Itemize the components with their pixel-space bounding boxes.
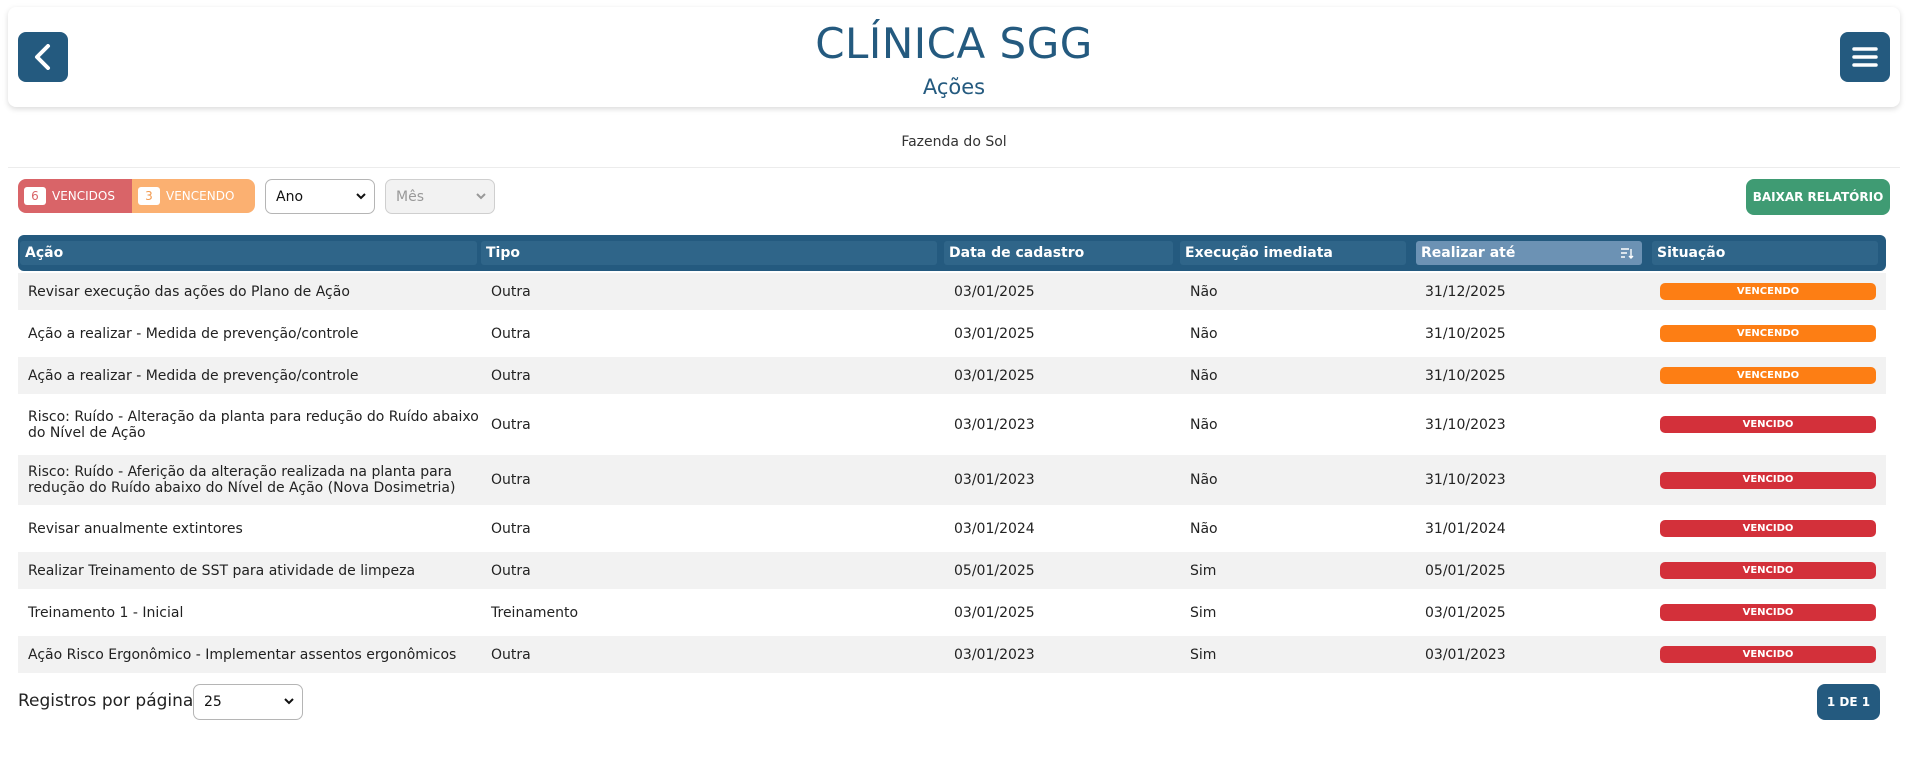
- cell-tipo: Outra: [491, 325, 531, 342]
- cell-realizar-ate: 31/12/2025: [1425, 283, 1506, 300]
- table-row[interactable]: Realizar Treinamento de SST para ativida…: [18, 552, 1886, 589]
- column-header-situacao[interactable]: Situação: [1652, 241, 1878, 265]
- column-header-tipo[interactable]: Tipo: [481, 241, 937, 265]
- cell-data-cadastro: 03/01/2025: [954, 325, 1035, 342]
- column-header-execucao-imediata[interactable]: Execução imediata: [1180, 241, 1406, 265]
- cell-execucao-imediata: Não: [1190, 472, 1218, 488]
- month-select-value: Mês: [396, 188, 424, 205]
- cell-tipo: Outra: [491, 283, 531, 300]
- chevron-down-icon: [284, 698, 294, 705]
- status-badge: VENCENDO: [1660, 367, 1876, 384]
- table-row[interactable]: Treinamento 1 - Inicial Treinamento 03/0…: [18, 589, 1886, 636]
- cell-data-cadastro: 03/01/2023: [954, 416, 1035, 433]
- vencendo-count: 3: [138, 187, 160, 205]
- page-header: CLÍNICA SGG Ações: [8, 7, 1900, 107]
- cell-execucao-imediata: Não: [1190, 416, 1218, 433]
- table-row[interactable]: Risco: Ruído - Aferição da alteração rea…: [18, 455, 1886, 505]
- page-indicator-button[interactable]: 1 DE 1: [1817, 684, 1880, 720]
- status-badge: VENCENDO: [1660, 283, 1876, 300]
- cell-tipo: Outra: [491, 562, 531, 579]
- cell-tipo: Treinamento: [491, 604, 579, 621]
- status-badge: VENCIDO: [1660, 416, 1876, 433]
- vencidos-filter[interactable]: 6 VENCIDOS: [18, 179, 132, 213]
- cell-execucao-imediata: Sim: [1190, 562, 1217, 579]
- cell-acao: Risco: Ruído - Aferição da alteração rea…: [28, 464, 456, 496]
- cell-execucao-imediata: Não: [1190, 325, 1218, 342]
- cell-realizar-ate: 31/10/2025: [1425, 325, 1506, 342]
- cell-acao: Risco: Ruído - Alteração da planta para …: [28, 408, 479, 441]
- page-title: CLÍNICA SGG: [815, 19, 1093, 68]
- cell-realizar-ate: 31/01/2024: [1425, 520, 1506, 537]
- cell-data-cadastro: 03/01/2025: [954, 604, 1035, 621]
- cell-data-cadastro: 03/01/2023: [954, 646, 1035, 663]
- cell-tipo: Outra: [491, 646, 531, 663]
- column-header-data-cadastro[interactable]: Data de cadastro: [944, 241, 1173, 265]
- cell-tipo: Outra: [491, 520, 531, 537]
- status-badge: VENCIDO: [1660, 520, 1876, 537]
- status-badge: VENCIDO: [1660, 604, 1876, 621]
- cell-execucao-imediata: Não: [1190, 367, 1218, 384]
- status-badge: VENCIDO: [1660, 646, 1876, 663]
- cell-tipo: Outra: [491, 472, 531, 488]
- cell-realizar-ate: 05/01/2025: [1425, 562, 1506, 579]
- vencidos-label: VENCIDOS: [52, 189, 115, 203]
- status-badge: VENCIDO: [1660, 562, 1876, 579]
- table-row[interactable]: Revisar execução das ações do Plano de A…: [18, 273, 1886, 310]
- cell-execucao-imediata: Sim: [1190, 646, 1217, 663]
- status-badge: VENCIDO: [1660, 471, 1876, 489]
- cell-data-cadastro: 03/01/2025: [954, 283, 1035, 300]
- vencendo-filter[interactable]: 3 VENCENDO: [132, 179, 255, 213]
- hamburger-menu-icon: [1852, 47, 1878, 67]
- cell-realizar-ate: 31/10/2023: [1425, 416, 1506, 433]
- column-header-realizar-ate[interactable]: Realizar até: [1416, 241, 1642, 265]
- cell-acao: Treinamento 1 - Inicial: [28, 604, 184, 621]
- cell-execucao-imediata: Sim: [1190, 604, 1217, 621]
- status-filter: 6 VENCIDOS 3 VENCENDO: [18, 179, 255, 213]
- vencendo-label: VENCENDO: [166, 189, 235, 203]
- table-header: Ação Tipo Data de cadastro Execução imed…: [18, 235, 1886, 271]
- table-row[interactable]: Revisar anualmente extintores Outra 03/0…: [18, 505, 1886, 552]
- cell-tipo: Outra: [491, 367, 531, 384]
- column-header-acao[interactable]: Ação: [20, 241, 477, 265]
- cell-realizar-ate: 03/01/2023: [1425, 646, 1506, 663]
- table-row[interactable]: Ação Risco Ergonômico - Implementar asse…: [18, 636, 1886, 673]
- cell-tipo: Outra: [491, 416, 531, 433]
- month-select[interactable]: Mês: [385, 179, 495, 214]
- cell-acao: Ação a realizar - Medida de prevenção/co…: [28, 325, 359, 342]
- vencidos-count: 6: [24, 187, 46, 205]
- per-page-select[interactable]: 25: [193, 684, 303, 720]
- per-page-label: Registros por página:: [18, 691, 200, 711]
- sort-icon: [1621, 248, 1634, 259]
- cell-data-cadastro: 05/01/2025: [954, 562, 1035, 579]
- cell-acao: Ação Risco Ergonômico - Implementar asse…: [28, 646, 457, 663]
- cell-execucao-imediata: Não: [1190, 283, 1218, 300]
- column-header-realizar-ate-label: Realizar até: [1421, 245, 1516, 261]
- menu-button[interactable]: [1840, 32, 1890, 82]
- download-report-button[interactable]: BAIXAR RELATÓRIO: [1746, 179, 1890, 215]
- chevron-down-icon: [476, 193, 486, 200]
- cell-realizar-ate: 31/10/2023: [1425, 472, 1506, 488]
- cell-data-cadastro: 03/01/2023: [954, 472, 1035, 488]
- farm-name: Fazenda do Sol: [901, 134, 1007, 150]
- divider: [8, 167, 1900, 168]
- status-badge: VENCENDO: [1660, 325, 1876, 342]
- table-row[interactable]: Risco: Ruído - Alteração da planta para …: [18, 394, 1886, 455]
- year-select-value: Ano: [276, 188, 304, 205]
- cell-realizar-ate: 03/01/2025: [1425, 604, 1506, 621]
- table-row[interactable]: Ação a realizar - Medida de prevenção/co…: [18, 310, 1886, 357]
- cell-realizar-ate: 31/10/2025: [1425, 367, 1506, 384]
- year-select[interactable]: Ano: [265, 179, 375, 214]
- cell-acao: Ação a realizar - Medida de prevenção/co…: [28, 367, 359, 384]
- table-row[interactable]: Ação a realizar - Medida de prevenção/co…: [18, 357, 1886, 394]
- cell-acao: Realizar Treinamento de SST para ativida…: [28, 562, 416, 579]
- per-page-value: 25: [204, 694, 222, 710]
- chevron-down-icon: [356, 193, 366, 200]
- page-subtitle: Ações: [922, 75, 986, 99]
- cell-data-cadastro: 03/01/2024: [954, 520, 1035, 537]
- cell-execucao-imediata: Não: [1190, 520, 1218, 537]
- cell-acao: Revisar anualmente extintores: [28, 520, 243, 537]
- cell-acao: Revisar execução das ações do Plano de A…: [28, 283, 350, 300]
- cell-data-cadastro: 03/01/2025: [954, 367, 1035, 384]
